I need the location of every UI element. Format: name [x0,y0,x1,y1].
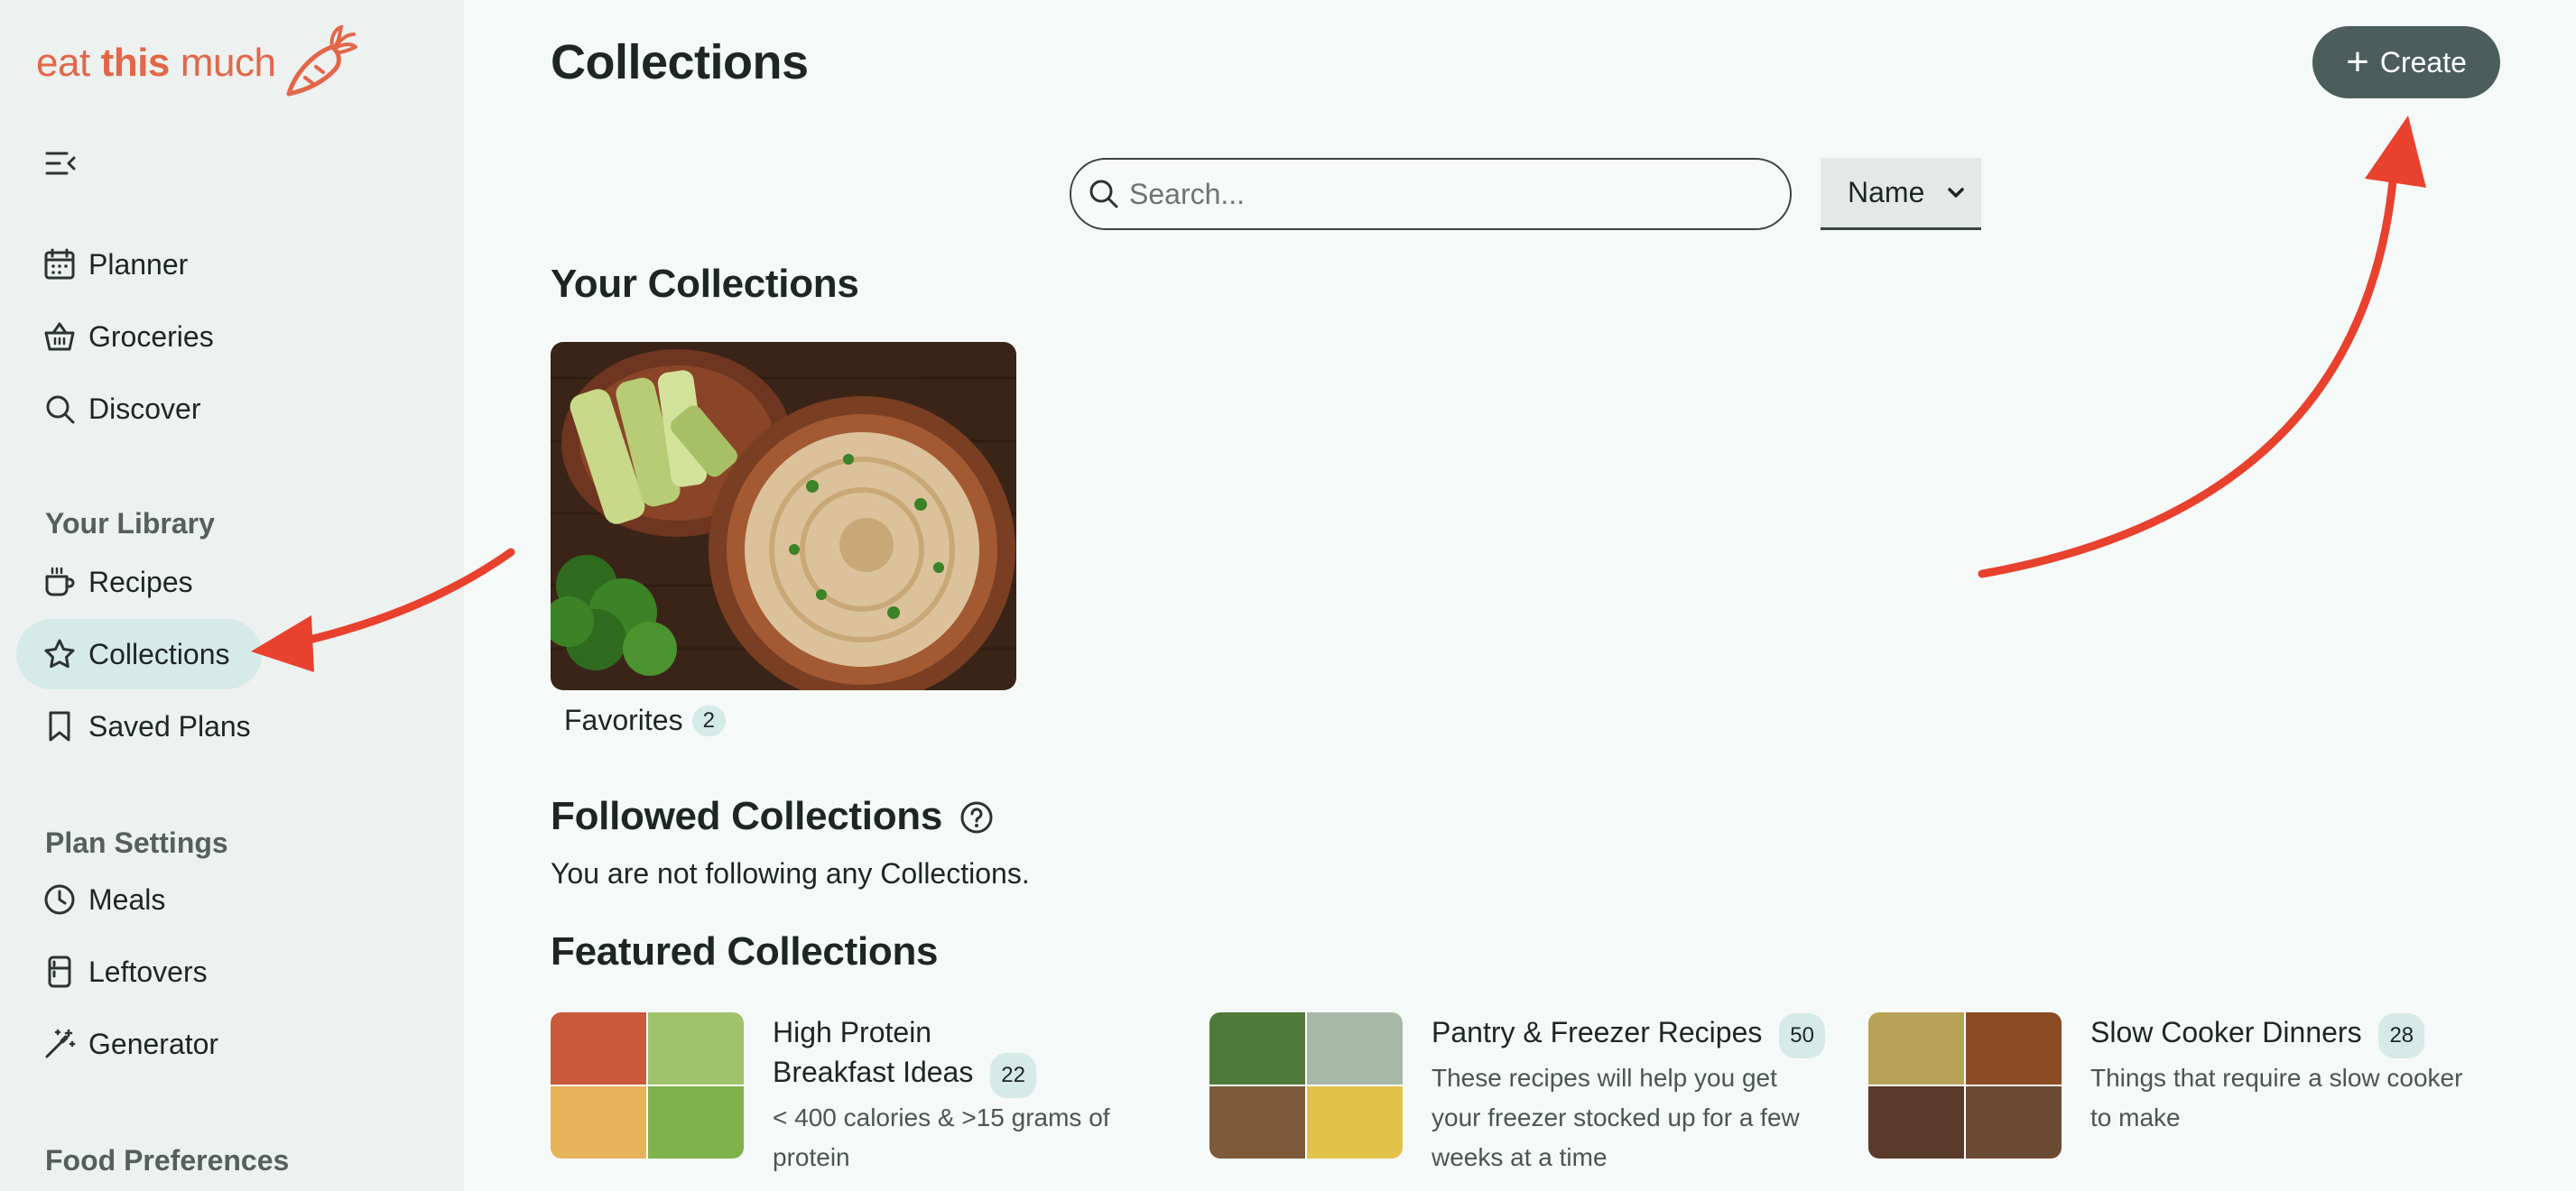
nav-generator[interactable]: Generator [16,1009,260,1079]
nav-recipes[interactable]: Recipes [16,547,260,617]
featured-title-part: Breakfast Ideas [773,1056,974,1088]
logo-word-this: this [100,41,171,85]
nav-planner-label: Planner [88,247,189,281]
featured-description: < 400 calories & >15 grams of [773,1103,1110,1131]
arrow-to-create [1978,115,2426,578]
featured-description-line2: to make [2090,1103,2181,1131]
basket-icon [44,322,75,351]
create-button-label: Create [2379,45,2467,78]
logo-word-much: much [180,41,276,85]
favorites-collection-card[interactable] [551,342,1016,690]
bookmark-icon [49,711,70,742]
nav-discover[interactable]: Discover [16,374,260,444]
logo[interactable]: eat this much [36,25,357,101]
collection-thumbnail [1209,1012,1403,1159]
nav-planner[interactable]: Planner [16,229,260,300]
logo-word-eat: eat [36,41,90,85]
food-preferences-heading: Food Preferences [45,1144,290,1177]
favorites-name: Favorites [564,704,683,736]
favorites-collection-label[interactable]: Favorites 2 [564,704,726,737]
magic-wand-icon [45,1029,76,1058]
featured-title-row: Pantry & Freezer Recipes 50 [1432,1012,1825,1058]
nav-leftovers-label: Leftovers [88,955,208,988]
featured-title: High Protein [773,1016,932,1048]
star-icon [44,639,75,669]
search-field[interactable] [1070,158,1792,230]
featured-title-row: Slow Cooker Dinners 28 [2090,1012,2462,1058]
featured-count-badge: 28 [2378,1013,2425,1058]
followed-empty-message: You are not following any Collections. [551,857,1030,890]
favorites-cover-image [551,342,1016,690]
fridge-icon [48,956,71,988]
featured-count-badge: 22 [990,1053,1036,1098]
featured-collections-heading: Featured Collections [551,929,939,974]
plan-settings-heading: Plan Settings [45,826,228,859]
featured-description-line3: weeks at a time [1432,1143,1608,1171]
featured-description-line2: protein [773,1143,850,1171]
your-collections-heading: Your Collections [551,262,859,306]
sort-select-value: Name [1848,176,1925,208]
featured-description: Things that require a slow cooker [2090,1064,2463,1092]
nav-saved-plans-label: Saved Plans [88,709,251,743]
search-input[interactable] [1129,177,1743,211]
featured-title: Pantry & Freezer Recipes [1432,1016,1763,1048]
collection-thumbnail [1868,1012,2062,1159]
followed-collections-heading: Followed Collections [551,794,943,838]
collapse-sidebar-icon[interactable] [45,150,78,177]
nav-groceries-label: Groceries [88,319,214,353]
mug-icon [45,567,75,596]
nav-meals-label: Meals [88,882,166,916]
nav-groceries[interactable]: Groceries [16,301,260,372]
nav-leftovers[interactable]: Leftovers [16,937,260,1007]
search-icon [1089,180,1118,208]
featured-collection-card[interactable]: High Protein Breakfast Ideas 22 < 400 ca… [551,1012,1110,1177]
calendar-icon [44,248,75,280]
nav-collections[interactable]: Collections [16,619,262,689]
favorites-count-badge: 2 [691,705,726,736]
featured-collection-card[interactable]: Slow Cooker Dinners 28 Things that requi… [1868,1012,2462,1159]
create-button[interactable]: + Create [2312,26,2500,98]
nav-saved-plans[interactable]: Saved Plans [16,691,260,762]
featured-title: Slow Cooker Dinners [2090,1016,2362,1048]
featured-description: These recipes will help you get [1432,1064,1777,1092]
nav-recipes-label: Recipes [88,565,193,598]
plus-icon: + [2346,40,2369,84]
page-title: Collections [551,35,809,89]
carrot-logo-icon [286,25,357,97]
clock-icon [44,884,75,915]
your-library-heading: Your Library [45,507,215,540]
featured-title-line2: Breakfast Ideas 22 [773,1052,1110,1098]
sort-select[interactable]: Name [1821,158,1981,230]
search-icon [46,395,75,424]
sidebar: eat this much Planner Groceries Discover… [0,0,464,1191]
nav-collections-label: Collections [88,637,230,670]
nav-generator-label: Generator [88,1027,219,1060]
nav-discover-label: Discover [88,392,201,425]
collection-thumbnail [551,1012,744,1159]
featured-description-line2: your freezer stocked up for a few [1432,1103,1800,1131]
help-icon[interactable] [959,799,995,836]
featured-collection-card[interactable]: Pantry & Freezer Recipes 50 These recipe… [1209,1012,1825,1177]
chevron-down-icon [1948,187,1964,198]
featured-count-badge: 50 [1779,1013,1825,1058]
nav-meals[interactable]: Meals [16,864,260,935]
